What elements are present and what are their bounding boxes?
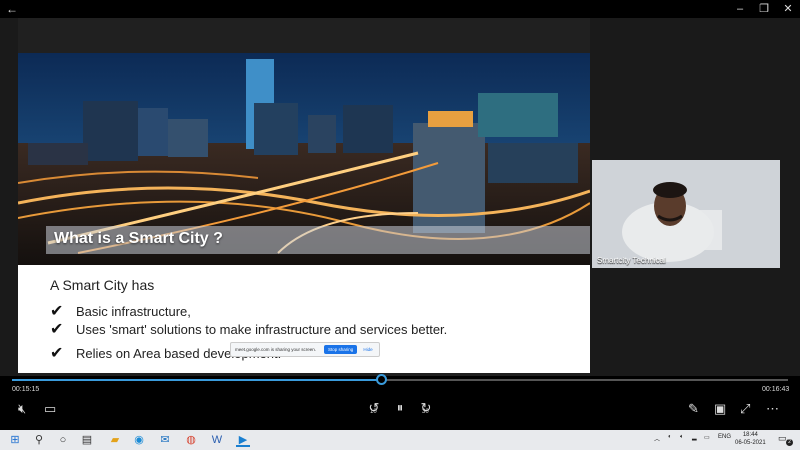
skip-forward-button[interactable]: ↻ 30 — [416, 400, 436, 416]
clock-time: 18:44 — [742, 432, 758, 438]
battery-icon[interactable]: ▭ — [704, 434, 710, 441]
mail-icon[interactable]: ✉ — [158, 433, 172, 447]
edit-pencil-icon[interactable]: ✎ — [688, 401, 699, 417]
checkmark-icon: ✔ — [50, 345, 64, 362]
slide-bullet: ✔ Basic infrastructure, — [50, 301, 191, 321]
checkmark-icon: ✔ — [50, 303, 64, 320]
pause-button[interactable]: ⏸︎ — [392, 400, 408, 416]
chrome-icon[interactable]: ◍ — [184, 433, 198, 447]
media-player-taskbar-icon[interactable]: ▶ — [236, 433, 250, 447]
close-button[interactable]: ✕ — [776, 1, 800, 17]
network-icon[interactable]: ▂ — [692, 434, 697, 441]
people-icon[interactable]: ◐ — [668, 434, 672, 440]
restore-button[interactable]: ❐ — [752, 1, 776, 17]
checkmark-icon: ✔ — [50, 321, 64, 338]
task-view-icon[interactable]: ▤ — [80, 433, 94, 447]
mute-icon[interactable]: 🔇︎ — [18, 401, 26, 417]
participant-video — [592, 160, 780, 268]
fullscreen-icon[interactable]: ⤢ — [740, 401, 750, 417]
pause-icon: ⏸︎ — [396, 400, 404, 415]
media-player-window: ← – ❐ ✕ What is a Smart City ? A Smart C… — [0, 0, 800, 430]
slide-bullet: ✔ Uses 'smart' solutions to make infrast… — [50, 319, 447, 339]
clock-date: 06-05-2021 — [735, 440, 766, 446]
total-time: 00:16:43 — [762, 386, 790, 393]
hide-button[interactable]: Hide — [363, 347, 372, 352]
taskbar-clock[interactable]: 18:44 06-05-2021 — [735, 431, 766, 447]
slide-title: What is a Smart City ? — [54, 230, 223, 247]
title-bar: ← – ❐ ✕ — [0, 0, 800, 18]
seek-bar-progress — [12, 379, 382, 381]
volume-icon[interactable]: 🔈︎ — [680, 434, 684, 441]
screen-share-notification: meet.google.com is sharing your screen. … — [230, 342, 380, 357]
bullet-text: Basic infrastructure, — [76, 303, 191, 319]
seek-bar-thumb[interactable] — [376, 374, 388, 385]
windows-start-icon[interactable]: ⊞ — [8, 433, 22, 447]
participant-name: Smartcity Technical — [597, 256, 666, 265]
search-icon[interactable]: ⚲ — [32, 433, 46, 447]
captions-icon[interactable]: ▭ — [44, 401, 56, 417]
more-options-icon[interactable]: ⋯ — [766, 401, 779, 417]
notification-count-badge: 2 — [786, 439, 793, 446]
presentation-slide: What is a Smart City ? A Smart City has … — [18, 53, 590, 373]
share-message: meet.google.com is sharing your screen. — [235, 347, 317, 352]
edge-browser-icon[interactable]: ◉ — [132, 433, 146, 447]
seek-bar[interactable] — [12, 374, 788, 385]
language-indicator[interactable]: ENG — [718, 434, 731, 440]
mini-view-icon[interactable]: ▣ — [714, 401, 726, 417]
stop-sharing-button[interactable]: Stop sharing — [324, 345, 358, 354]
slide-intro-text: A Smart City has — [50, 277, 155, 293]
skip-back-button[interactable]: ↺ 10 — [364, 400, 384, 416]
file-explorer-icon[interactable]: ▰ — [108, 433, 122, 447]
bullet-text: Uses 'smart' solutions to make infrastru… — [76, 321, 448, 337]
participant-video-tile — [592, 160, 780, 268]
skip-back-label: 10 — [370, 409, 377, 415]
current-time: 00:15:15 — [12, 386, 40, 393]
word-icon[interactable]: W — [210, 433, 224, 447]
tray-chevron-icon[interactable]: ︿ — [654, 434, 660, 443]
back-arrow-icon[interactable]: ← — [4, 2, 20, 16]
minimize-button[interactable]: – — [728, 1, 752, 17]
windows-taskbar: ⊞ ⚲ ○ ▤ ▰ ◉ ✉ ◍ W ▶ ︿ ◐ 🔈︎ ▂ ▭ ENG 18:44… — [0, 430, 800, 450]
skip-forward-label: 30 — [422, 409, 429, 415]
cortana-icon[interactable]: ○ — [56, 433, 70, 447]
